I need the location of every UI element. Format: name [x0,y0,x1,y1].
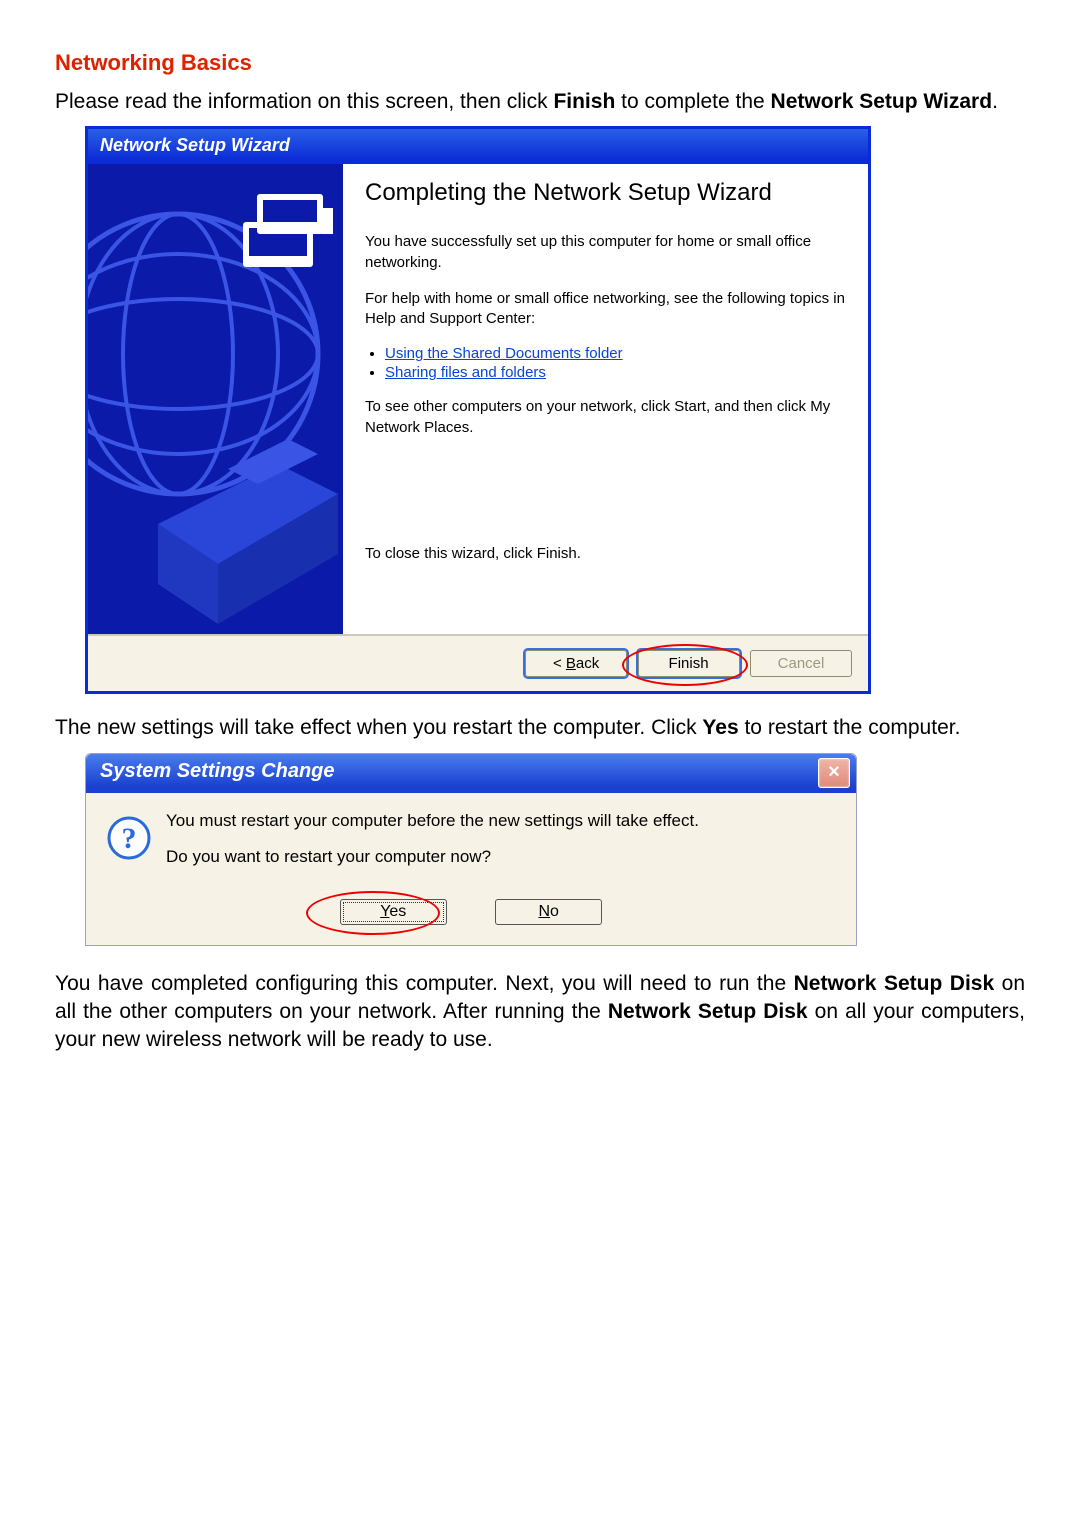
wizard-text: You have successfully set up this comput… [365,232,846,273]
finish-button[interactable]: Finish [638,650,740,677]
dialog-line: You must restart your computer before th… [166,811,699,831]
wizard-titlebar: Network Setup Wizard [88,129,868,164]
intro-paragraph: Please read the information on this scre… [55,88,1025,116]
text-bold: Network Setup Wizard [771,90,993,113]
dialog-line: Do you want to restart your computer now… [166,847,699,867]
wizard-body: Completing the Network Setup Wizard You … [88,164,868,634]
text: N [538,903,550,920]
yes-button[interactable]: Yes [340,899,447,925]
wizard-content: Completing the Network Setup Wizard You … [343,164,868,634]
text: B [566,655,576,672]
text: es [389,903,406,920]
text: Please read the information on this scre… [55,90,553,113]
dialog-text: You must restart your computer before th… [166,811,699,883]
help-link-shared-docs[interactable]: Using the Shared Documents folder [385,345,623,362]
dialog-titlebar: System Settings Change × [86,754,856,793]
wizard-button-row: < Back Finish Cancel [88,634,868,691]
help-link-sharing-files[interactable]: Sharing files and folders [385,364,546,381]
dialog-button-row: Yes No [86,893,856,945]
text: o [550,903,559,920]
back-button[interactable]: < Back [525,650,627,677]
dialog-title: System Settings Change [100,760,335,782]
wizard-text: To close this wizard, click Finish. [365,544,846,564]
text-bold: Network Setup Disk [608,1000,808,1023]
paragraph: The new settings will take effect when y… [55,714,1025,742]
wizard-text: To see other computers on your network, … [365,397,846,438]
question-icon: ? [106,815,152,883]
svg-text:?: ? [122,822,137,855]
close-button[interactable]: × [818,758,850,788]
text: . [992,90,998,113]
text: The new settings will take effect when y… [55,716,702,739]
wizard-heading: Completing the Network Setup Wizard [365,178,846,208]
cancel-button: Cancel [750,650,852,677]
section-heading: Networking Basics [55,50,1025,76]
text: to restart the computer. [739,716,961,739]
text-bold: Network Setup Disk [794,972,995,995]
system-settings-change-dialog: System Settings Change × ? You must rest… [85,753,857,946]
text-bold: Yes [702,716,738,739]
paragraph: You have completed configuring this comp… [55,970,1025,1055]
network-setup-wizard-window: Network Setup Wizard [85,126,871,694]
text: ack [576,655,599,672]
text: to complete the [615,90,770,113]
wizard-help-links: Using the Shared Documents folder Sharin… [371,345,846,381]
wizard-sidebar-image [88,164,343,634]
text: You have completed configuring this comp… [55,972,794,995]
no-button[interactable]: No [495,899,602,925]
text: < [553,655,566,672]
text-bold: Finish [553,90,615,113]
wizard-text: For help with home or small office netwo… [365,289,846,330]
dialog-body: ? You must restart your computer before … [86,793,856,893]
